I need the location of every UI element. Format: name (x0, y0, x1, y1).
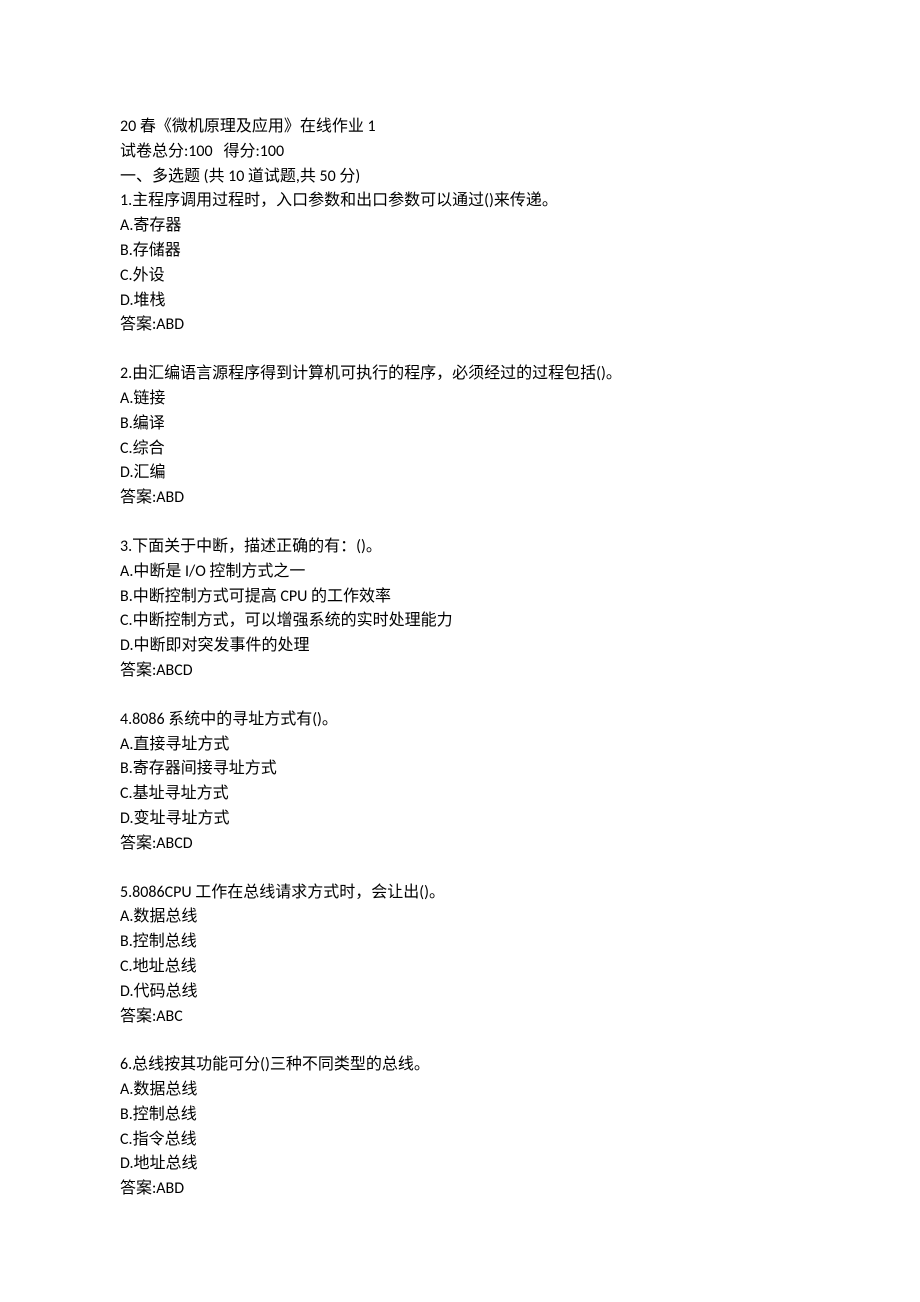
document-page: 20 春《微机原理及应用》在线作业 1 试卷总分:100 得分:100 一、多选… (0, 0, 920, 1302)
option-b: B.存储器 (120, 239, 800, 264)
option-a: A.链接 (120, 387, 800, 412)
option-d: D.变址寻址方式 (120, 807, 800, 832)
question-block: 2.由汇编语言源程序得到计算机可执行的程序，必须经过的过程包括()。 A.链接 … (120, 362, 800, 511)
question-stem: 2.由汇编语言源程序得到计算机可执行的程序，必须经过的过程包括()。 (120, 362, 800, 387)
answer-line: 答案:ABD (120, 313, 800, 338)
option-c: C.基址寻址方式 (120, 782, 800, 807)
option-b: B.寄存器间接寻址方式 (120, 757, 800, 782)
option-a: A.数据总线 (120, 1078, 800, 1103)
option-a: A.数据总线 (120, 905, 800, 930)
section-heading: 一、多选题 (共 10 道试题,共 50 分) (120, 165, 800, 190)
header-block: 20 春《微机原理及应用》在线作业 1 试卷总分:100 得分:100 一、多选… (120, 115, 800, 338)
question-stem: 3.下面关于中断，描述正确的有：()。 (120, 535, 800, 560)
option-a: A.直接寻址方式 (120, 733, 800, 758)
option-c: C.指令总线 (120, 1128, 800, 1153)
question-block: 6.总线按其功能可分()三种不同类型的总线。 A.数据总线 B.控制总线 C.指… (120, 1053, 800, 1202)
exam-title: 20 春《微机原理及应用》在线作业 1 (120, 115, 800, 140)
question-stem: 5.8086CPU 工作在总线请求方式时，会让出()。 (120, 881, 800, 906)
answer-line: 答案:ABC (120, 1005, 800, 1030)
option-b: B.控制总线 (120, 1103, 800, 1128)
question-block: 4.8086 系统中的寻址方式有()。 A.直接寻址方式 B.寄存器间接寻址方式… (120, 708, 800, 857)
question-stem: 6.总线按其功能可分()三种不同类型的总线。 (120, 1053, 800, 1078)
option-c: C.中断控制方式，可以增强系统的实时处理能力 (120, 609, 800, 634)
option-b: B.中断控制方式可提高 CPU 的工作效率 (120, 585, 800, 610)
option-c: C.地址总线 (120, 955, 800, 980)
option-d: D.地址总线 (120, 1152, 800, 1177)
answer-line: 答案:ABD (120, 1177, 800, 1202)
question-stem: 4.8086 系统中的寻址方式有()。 (120, 708, 800, 733)
question-stem: 1.主程序调用过程时，入口参数和出口参数可以通过()来传递。 (120, 189, 800, 214)
option-d: D.汇编 (120, 461, 800, 486)
question-block: 5.8086CPU 工作在总线请求方式时，会让出()。 A.数据总线 B.控制总… (120, 881, 800, 1030)
option-c: C.综合 (120, 437, 800, 462)
answer-line: 答案:ABCD (120, 659, 800, 684)
option-d: D.中断即对突发事件的处理 (120, 634, 800, 659)
option-b: B.控制总线 (120, 930, 800, 955)
answer-line: 答案:ABCD (120, 832, 800, 857)
option-d: D.堆栈 (120, 289, 800, 314)
option-b: B.编译 (120, 412, 800, 437)
option-c: C.外设 (120, 264, 800, 289)
score-line: 试卷总分:100 得分:100 (120, 140, 800, 165)
option-a: A.寄存器 (120, 214, 800, 239)
option-a: A.中断是 I/O 控制方式之一 (120, 560, 800, 585)
option-d: D.代码总线 (120, 980, 800, 1005)
answer-line: 答案:ABD (120, 486, 800, 511)
question-block: 3.下面关于中断，描述正确的有：()。 A.中断是 I/O 控制方式之一 B.中… (120, 535, 800, 684)
